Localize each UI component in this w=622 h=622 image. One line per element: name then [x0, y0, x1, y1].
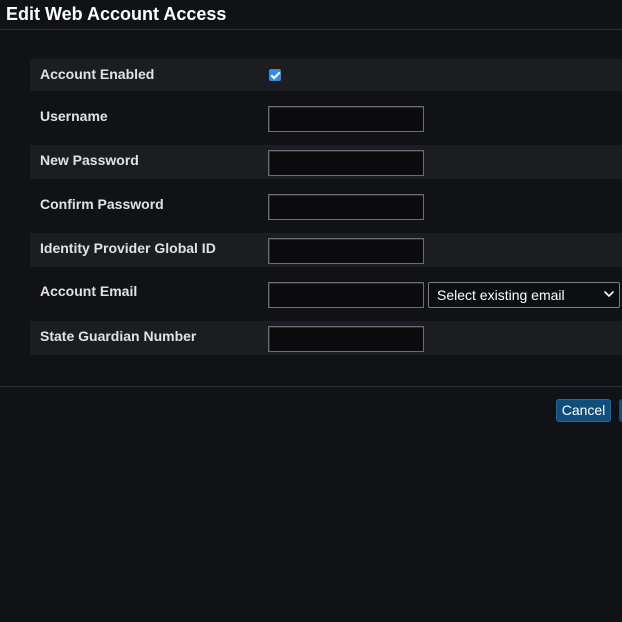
cancel-button[interactable]: Cancel: [556, 399, 611, 422]
new-password-label: New Password: [40, 152, 139, 168]
row-identity-provider-global-id: Identity Provider Global ID: [30, 233, 622, 267]
account-form: Account Enabled Username New Password Co…: [30, 59, 622, 355]
account-email-label: Account Email: [40, 283, 138, 299]
new-password-input[interactable]: [268, 150, 424, 176]
account-email-input[interactable]: [268, 282, 424, 308]
dialog-header: Edit Web Account Access: [0, 0, 622, 30]
identity-provider-global-id-input[interactable]: [268, 238, 424, 264]
row-confirm-password: Confirm Password: [30, 179, 622, 233]
dialog-title: Edit Web Account Access: [6, 4, 227, 24]
row-new-password: New Password: [30, 145, 622, 179]
account-enabled-label: Account Enabled: [40, 66, 155, 82]
account-enabled-checkbox[interactable]: [269, 69, 281, 81]
state-guardian-number-label: State Guardian Number: [40, 328, 197, 344]
existing-email-select[interactable]: Select existing email: [428, 282, 620, 308]
existing-email-select-value: Select existing email: [437, 287, 565, 303]
confirm-password-label: Confirm Password: [40, 196, 164, 212]
row-account-enabled: Account Enabled: [30, 59, 622, 91]
row-state-guardian-number: State Guardian Number: [30, 321, 622, 355]
state-guardian-number-input[interactable]: [268, 326, 424, 352]
edit-web-account-dialog: Edit Web Account Access Account Enabled …: [0, 0, 622, 622]
confirm-password-input[interactable]: [268, 194, 424, 220]
username-label: Username: [40, 108, 108, 124]
chevron-down-icon: [604, 291, 614, 297]
footer-divider: [0, 386, 622, 387]
row-username: Username: [30, 91, 622, 145]
username-input[interactable]: [268, 106, 424, 132]
row-account-email: Account Email Select existing email: [30, 267, 622, 321]
identity-provider-global-id-label: Identity Provider Global ID: [40, 240, 216, 256]
